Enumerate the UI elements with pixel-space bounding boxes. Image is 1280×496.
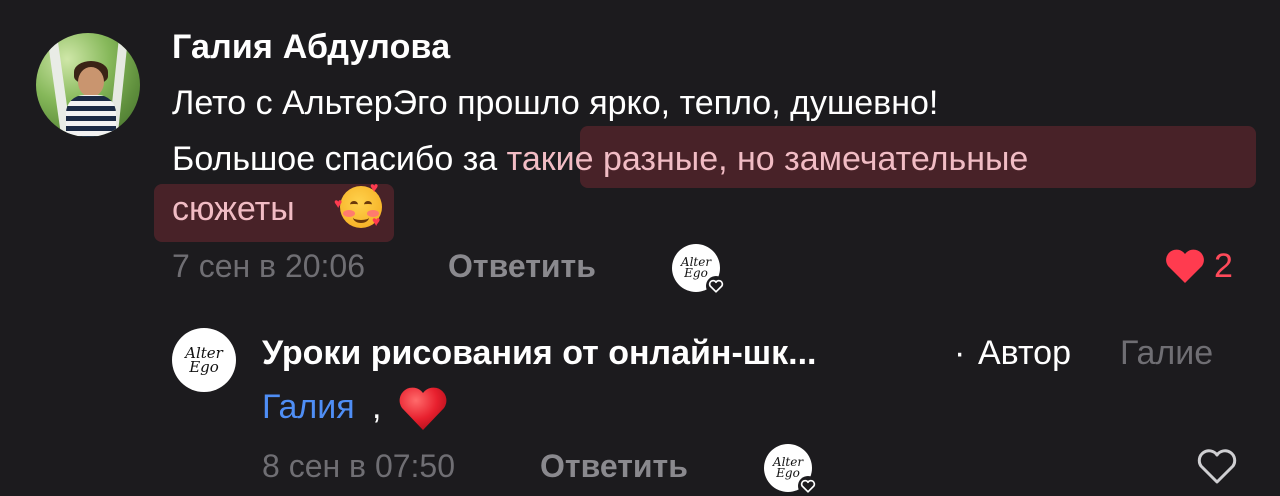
like-outline-icon[interactable] (1196, 447, 1238, 485)
comment-timestamp[interactable]: 7 сен в 20:06 (172, 248, 365, 285)
emoji-mouth (353, 212, 369, 223)
comment-text-line-2: Большое спасибо за такие разные, но заме… (172, 140, 1028, 179)
logo-text-ego: Ego (189, 358, 219, 376)
reply-text: , (372, 388, 382, 426)
red-heart-emoji (399, 387, 447, 430)
emoji-heart: ♥ (372, 213, 381, 229)
heart-outline-icon (798, 476, 818, 496)
reply-to-name[interactable]: Галие (1120, 334, 1213, 373)
reply-button[interactable]: Ответить (448, 248, 596, 285)
like-count: 2 (1214, 247, 1233, 285)
author-badge: Автор (978, 334, 1072, 372)
smiling-face-with-hearts-emoji: ♥ ♥ ♥ (334, 180, 382, 229)
comment-text-line-3: сюжеты (172, 190, 295, 229)
author-liked-logo-icon: Alter Ego (672, 244, 726, 296)
comment-text-plain: Большое спасибо за (172, 140, 507, 178)
author-liked-logo-icon: Alter Ego (764, 444, 818, 496)
like-heart-icon[interactable] (1164, 247, 1206, 285)
avatar-shirt (66, 95, 116, 137)
reply-author-avatar[interactable]: Alter Ego (172, 328, 236, 392)
emoji-eye (350, 201, 358, 208)
emoji-heart: ♥ (370, 179, 379, 195)
reply-author-name[interactable]: Уроки рисования от онлайн-шк... (262, 334, 816, 373)
emoji-heart: ♥ (334, 195, 343, 211)
emoji-eye (364, 201, 372, 208)
reply-separator: · (954, 334, 966, 372)
reply-timestamp[interactable]: 8 сен в 07:50 (262, 448, 455, 485)
comment-text-highlight: такие разные, но замечательные (506, 140, 1029, 178)
comment-author-name[interactable]: Галия Абдулова (172, 28, 450, 67)
logo-text-ego: Ego (776, 466, 800, 480)
reply-button[interactable]: Ответить (540, 448, 688, 485)
comment-text-highlight: сюжеты (172, 190, 295, 228)
mention-link[interactable]: Галия (262, 388, 355, 427)
logo-text-ego: Ego (684, 266, 708, 280)
avatar-face (78, 67, 104, 97)
commenter-avatar[interactable] (36, 33, 140, 137)
heart-outline-icon (706, 276, 726, 296)
comment-text-line-1: Лето с АльтерЭго прошло ярко, тепло, душ… (172, 84, 939, 122)
